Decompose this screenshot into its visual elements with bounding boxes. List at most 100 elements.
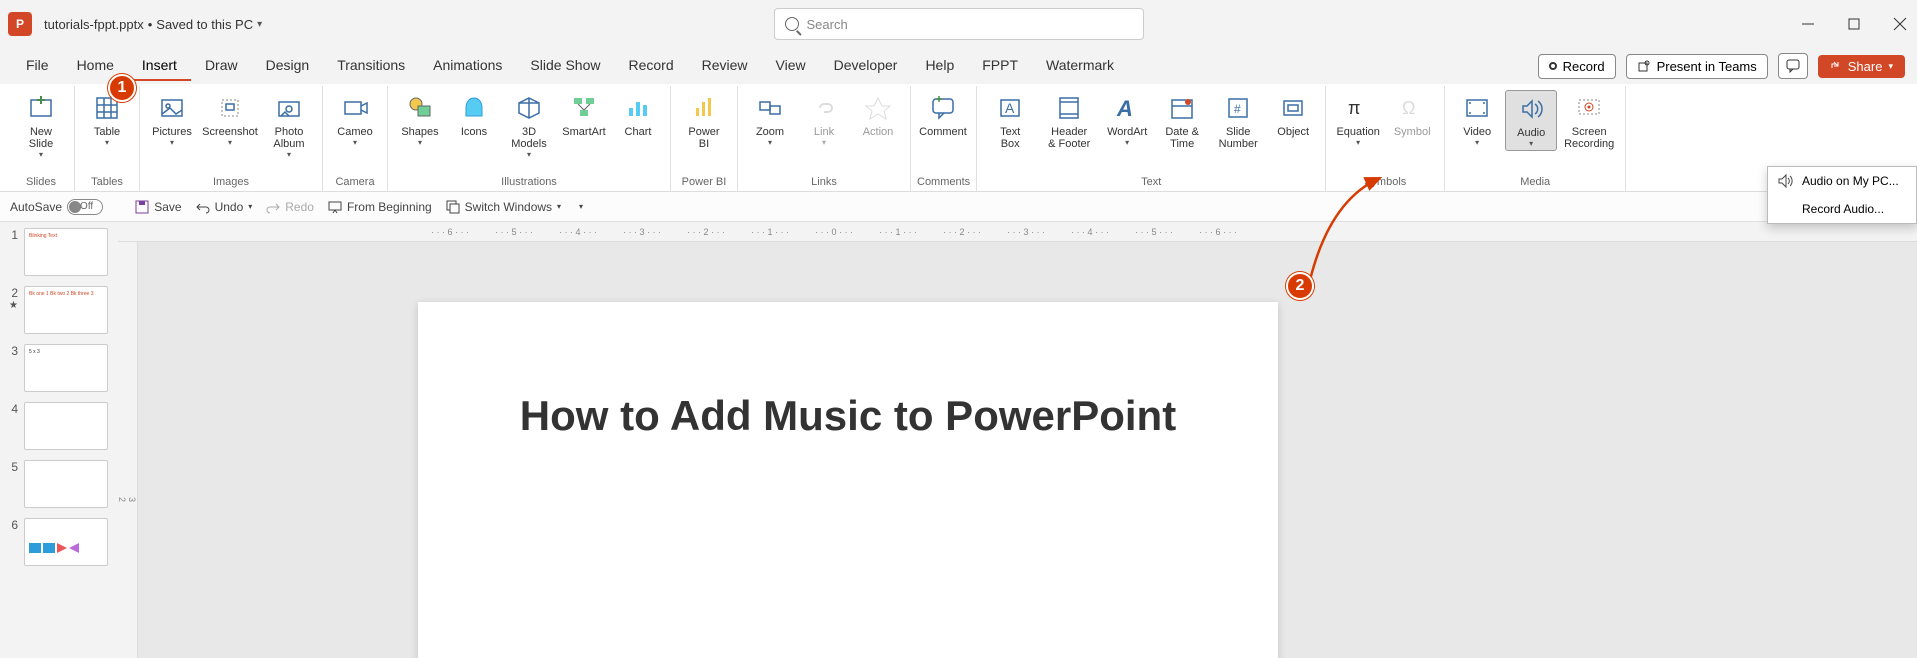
present-in-teams-button[interactable]: Present in Teams [1626,54,1768,79]
link-button: Link▾ [798,90,850,149]
audio-dropdown-menu: Audio on My PC... Record Audio... [1767,166,1917,224]
tab-watermark[interactable]: Watermark [1032,51,1128,81]
symbol-icon: Ω [1396,92,1428,124]
share-button[interactable]: Share ▾ [1818,55,1905,78]
thumbnail-preview[interactable] [24,402,108,450]
pictures-icon [156,92,188,124]
slide-thumbnail[interactable]: 6 [6,518,112,566]
object-button[interactable]: Object [1267,90,1319,140]
comment-button[interactable]: Comment [917,90,969,140]
power-bi-button[interactable]: PowerBI [677,90,731,152]
ribbon-tabs: FileHomeInsertDrawDesignTransitionsAnima… [0,48,1917,84]
tab-animations[interactable]: Animations [419,51,516,81]
slide-thumbnail[interactable]: 4 [6,402,112,450]
action-button: Action [852,90,904,140]
slide-thumbnail[interactable]: 35 x 3 [6,344,112,392]
redo-button[interactable]: Redo [266,200,314,214]
icons-button[interactable]: Icons [448,90,500,140]
tab-help[interactable]: Help [911,51,968,81]
slide-thumbnail[interactable]: 5 [6,460,112,508]
screen-recording-button[interactable]: ScreenRecording [1559,90,1619,152]
chevron-down-icon: ▾ [105,138,109,147]
tab-draw[interactable]: Draw [191,51,252,81]
tab-record[interactable]: Record [614,51,687,81]
ribbon-button-label: Zoom [756,126,784,138]
ribbon-button-label: Header& Footer [1048,126,1090,150]
pictures-button[interactable]: Pictures▾ [146,90,198,149]
slide[interactable]: How to Add Music to PowerPoint [418,302,1278,658]
record-audio-item[interactable]: Record Audio... [1768,195,1916,223]
comments-pane-button[interactable] [1778,53,1808,79]
chevron-down-icon[interactable]: ▾ [579,202,583,211]
tab-developer[interactable]: Developer [820,51,912,81]
from-beginning-button[interactable]: From Beginning [328,200,432,214]
tab-slide-show[interactable]: Slide Show [516,51,614,81]
document-title[interactable]: tutorials-fppt.pptx • Saved to this PC ▾ [44,17,262,32]
thumbnail-preview[interactable]: Bk one 1 Bk two 2 Bk three 3 [24,286,108,334]
teams-icon [1637,59,1651,73]
search-input[interactable]: Search [774,8,1144,40]
title-bar: P tutorials-fppt.pptx • Saved to this PC… [0,0,1917,48]
wordart-icon: A [1111,92,1143,124]
undo-button[interactable]: Undo ▾ [196,200,253,214]
zoom-button[interactable]: Zoom▾ [744,90,796,149]
chevron-down-icon: ▾ [1356,138,1360,147]
thumbnail-preview[interactable] [24,460,108,508]
symbol-button: ΩSymbol [1386,90,1438,140]
audio-button[interactable]: Audio▾ [1505,90,1557,151]
autosave-toggle[interactable]: AutoSave Off [10,199,121,215]
tab-review[interactable]: Review [688,51,762,81]
equation-button[interactable]: π Equation▾ [1332,90,1384,149]
audio-on-my-pc-item[interactable]: Audio on My PC... [1768,167,1916,195]
slide-thumbnail-panel[interactable]: 1Blinking Text 2★Bk one 1 Bk two 2 Bk thr… [0,222,118,658]
photo-album-button[interactable]: PhotoAlbum▾ [262,90,316,161]
shapes-button[interactable]: Shapes▾ [394,90,446,149]
slide-number-button[interactable]: #SlideNumber [1211,90,1265,152]
chevron-down-icon[interactable]: ▾ [557,202,561,211]
text-box-button[interactable]: ATextBox [983,90,1037,152]
slide-canvas-area[interactable]: · · · 6 · · ·· · · 5 · · ·· · · 4 · · ··… [118,222,1917,658]
svg-text:Ω: Ω [1402,98,1415,118]
window-controls [1799,15,1909,33]
svg-text:π: π [1348,98,1360,118]
header-footer-button[interactable]: Header& Footer [1039,90,1099,152]
chevron-down-icon[interactable]: ▾ [257,19,262,30]
record-button[interactable]: Record [1538,54,1616,79]
ribbon-button-label: SlideNumber [1219,126,1258,150]
minimize-button[interactable] [1799,15,1817,33]
thumbnail-preview[interactable] [24,518,108,566]
tab-fppt[interactable]: FPPT [968,51,1032,81]
chevron-down-icon[interactable]: ▾ [248,202,252,211]
tab-transitions[interactable]: Transitions [323,51,419,81]
tab-design[interactable]: Design [252,51,324,81]
ribbon-button-label: Equation [1336,126,1379,138]
switch-windows-button[interactable]: Switch Windows ▾ [446,200,561,214]
screenshot-button[interactable]: Screenshot▾ [200,90,260,149]
chart-button[interactable]: Chart [612,90,664,140]
smartart-button[interactable]: SmartArt [558,90,610,140]
ribbon-group-tables: Table▾Tables [75,86,140,191]
redo-icon [266,200,280,214]
cameo-button[interactable]: Cameo▾ [329,90,381,149]
tab-view[interactable]: View [762,51,820,81]
slide-title-text[interactable]: How to Add Music to PowerPoint [418,392,1278,440]
new-slide-button[interactable]: NewSlide▾ [14,90,68,161]
ribbon-group-label: Power BI [677,174,731,191]
date-time-button[interactable]: Date &Time [1155,90,1209,152]
close-button[interactable] [1891,15,1909,33]
slide-thumbnail[interactable]: 1Blinking Text [6,228,112,276]
save-button[interactable]: Save [135,200,181,214]
video-button[interactable]: Video▾ [1451,90,1503,149]
tab-file[interactable]: File [12,51,63,81]
chevron-down-icon: ▾ [1529,139,1533,148]
thumbnail-preview[interactable]: 5 x 3 [24,344,108,392]
ribbon-group-label: Tables [81,174,133,191]
slide-thumbnail[interactable]: 2★Bk one 1 Bk two 2 Bk three 3 [6,286,112,334]
3d-models-icon [513,92,545,124]
3d-models-button[interactable]: 3DModels▾ [502,90,556,161]
thumbnail-preview[interactable]: Blinking Text [24,228,108,276]
tab-insert[interactable]: Insert [128,51,191,81]
chevron-down-icon: ▾ [287,150,291,159]
wordart-button[interactable]: AWordArt▾ [1101,90,1153,149]
maximize-button[interactable] [1845,15,1863,33]
